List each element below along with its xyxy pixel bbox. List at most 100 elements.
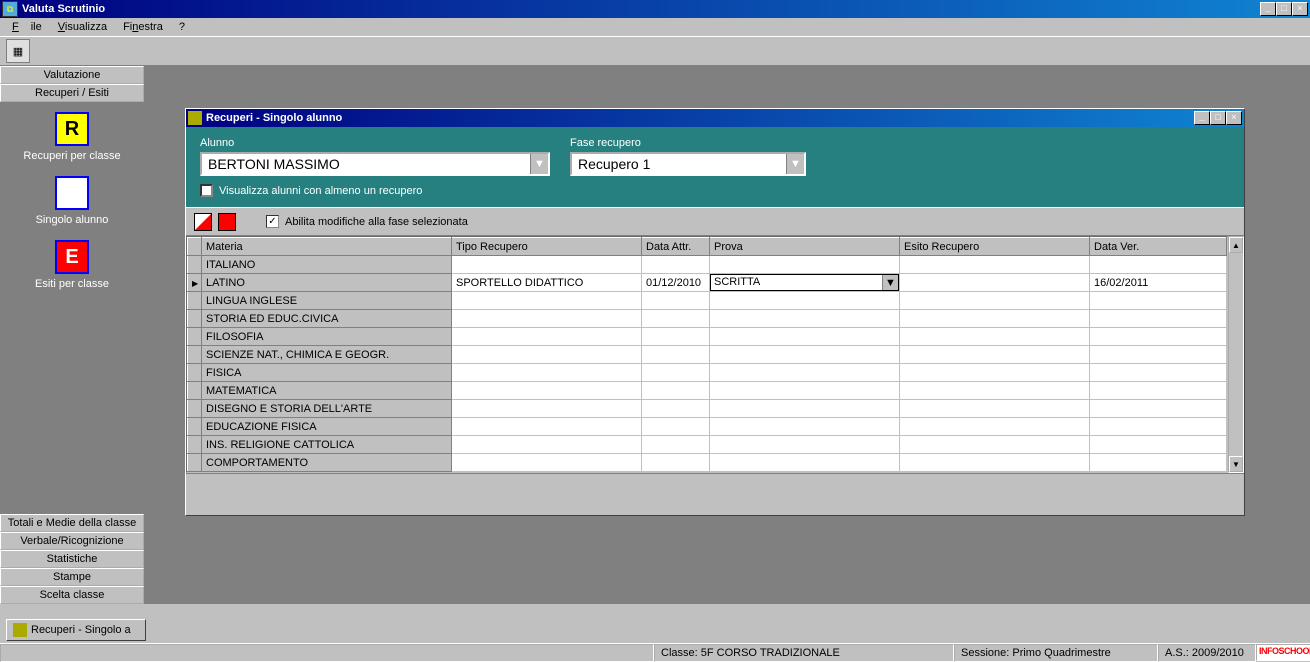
sidebar-totali-medie[interactable]: Totali e Medie della classe [0, 514, 144, 532]
scroll-up-icon[interactable]: ▲ [1229, 237, 1243, 253]
cell-prova[interactable] [710, 400, 900, 418]
cell-tipo[interactable] [452, 292, 642, 310]
cell-prova[interactable] [710, 382, 900, 400]
table-row[interactable]: FILOSOFIA [188, 328, 1227, 346]
cell-materia[interactable]: LATINO [202, 274, 452, 292]
cell-tipo[interactable] [452, 418, 642, 436]
cell-data-attr[interactable]: 01/12/2010 [642, 274, 710, 292]
cell-esito[interactable] [900, 454, 1090, 472]
data-grid[interactable]: Materia Tipo Recupero Data Attr. Prova E… [186, 236, 1228, 473]
cell-esito[interactable] [900, 382, 1090, 400]
cell-materia[interactable]: INS. RELIGIONE CATTOLICA [202, 436, 452, 454]
col-data-attr[interactable]: Data Attr. [642, 238, 710, 256]
cell-data-ver[interactable]: 16/02/2011 [1090, 274, 1227, 292]
cell-data-ver[interactable] [1090, 418, 1227, 436]
cell-prova[interactable] [710, 256, 900, 274]
cell-esito[interactable] [900, 346, 1090, 364]
cell-data-attr[interactable] [642, 292, 710, 310]
table-row[interactable]: EDUCAZIONE FISICA [188, 418, 1227, 436]
cell-data-attr[interactable] [642, 436, 710, 454]
cell-data-attr[interactable] [642, 418, 710, 436]
vertical-scrollbar[interactable]: ▲ ▼ [1228, 236, 1244, 473]
cell-data-ver[interactable] [1090, 292, 1227, 310]
cell-esito[interactable] [900, 310, 1090, 328]
table-row[interactable]: LATINOSPORTELLO DIDATTICO01/12/2010SCRIT… [188, 274, 1227, 292]
col-prova[interactable]: Prova [710, 238, 900, 256]
dropdown-arrow-icon[interactable]: ▼ [786, 154, 804, 174]
cell-esito[interactable] [900, 256, 1090, 274]
row-header[interactable] [188, 382, 202, 400]
cell-data-attr[interactable] [642, 454, 710, 472]
cell-esito[interactable] [900, 292, 1090, 310]
cell-data-ver[interactable] [1090, 346, 1227, 364]
scroll-down-icon[interactable]: ▼ [1229, 456, 1243, 472]
cell-materia[interactable]: STORIA ED EDUC.CIVICA [202, 310, 452, 328]
cell-esito[interactable] [900, 364, 1090, 382]
table-row[interactable]: COMPORTAMENTO [188, 454, 1227, 472]
row-header[interactable] [188, 310, 202, 328]
col-tipo[interactable]: Tipo Recupero [452, 238, 642, 256]
cell-data-ver[interactable] [1090, 454, 1227, 472]
cell-esito[interactable] [900, 274, 1090, 292]
toolbar-button[interactable]: ▦ [6, 39, 30, 63]
cell-materia[interactable]: SCIENZE NAT., CHIMICA E GEOGR. [202, 346, 452, 364]
dialog-close-button[interactable]: × [1226, 111, 1242, 125]
cell-esito[interactable] [900, 436, 1090, 454]
row-header[interactable] [188, 400, 202, 418]
cell-prova[interactable] [710, 436, 900, 454]
dropdown-arrow-icon[interactable]: ▼ [530, 154, 548, 174]
table-row[interactable]: ITALIANO [188, 256, 1227, 274]
cell-tipo[interactable] [452, 346, 642, 364]
visualizza-checkbox[interactable] [200, 184, 213, 197]
dialog-maximize-button[interactable]: □ [1210, 111, 1226, 125]
menu-help[interactable]: ? [173, 20, 191, 34]
cell-materia[interactable]: ITALIANO [202, 256, 452, 274]
cell-prova[interactable] [710, 454, 900, 472]
table-row[interactable]: LINGUA INGLESE [188, 292, 1227, 310]
sidebar-item-esiti-classe[interactable]: E Esiti per classe [0, 240, 144, 290]
sidebar-item-singolo-alunno[interactable]: 123 Singolo alunno [0, 176, 144, 226]
cell-data-ver[interactable] [1090, 400, 1227, 418]
sidebar-valutazione[interactable]: Valutazione [0, 66, 144, 84]
dialog-minimize-button[interactable]: _ [1194, 111, 1210, 125]
cell-esito[interactable] [900, 328, 1090, 346]
toggle-icon-1[interactable] [194, 213, 212, 231]
row-header[interactable] [188, 346, 202, 364]
maximize-button[interactable]: □ [1276, 2, 1292, 16]
sidebar-stampe[interactable]: Stampe [0, 568, 144, 586]
row-header[interactable] [188, 364, 202, 382]
col-materia[interactable]: Materia [202, 238, 452, 256]
task-tab[interactable]: Recuperi - Singolo a [6, 619, 146, 641]
cell-tipo[interactable] [452, 364, 642, 382]
cell-esito[interactable] [900, 400, 1090, 418]
cell-materia[interactable]: FILOSOFIA [202, 328, 452, 346]
row-header[interactable] [188, 418, 202, 436]
cell-data-attr[interactable] [642, 364, 710, 382]
row-header[interactable] [188, 274, 202, 292]
sidebar-statistiche[interactable]: Statistiche [0, 550, 144, 568]
cell-tipo[interactable] [452, 436, 642, 454]
table-row[interactable]: FISICA [188, 364, 1227, 382]
col-esito[interactable]: Esito Recupero [900, 238, 1090, 256]
menu-visualizza[interactable]: Visualizza [52, 20, 113, 34]
sidebar-item-recuperi-classe[interactable]: R Recuperi per classe [0, 112, 144, 162]
cell-data-attr[interactable] [642, 328, 710, 346]
cell-materia[interactable]: LINGUA INGLESE [202, 292, 452, 310]
toggle-icon-2[interactable] [218, 213, 236, 231]
cell-data-ver[interactable] [1090, 310, 1227, 328]
cell-data-attr[interactable] [642, 400, 710, 418]
cell-tipo[interactable]: SPORTELLO DIDATTICO [452, 274, 642, 292]
cell-materia[interactable]: EDUCAZIONE FISICA [202, 418, 452, 436]
cell-materia[interactable]: DISEGNO E STORIA DELL'ARTE [202, 400, 452, 418]
sidebar-recuperi-esiti[interactable]: Recuperi / Esiti [0, 84, 144, 102]
cell-prova[interactable] [710, 418, 900, 436]
cell-data-attr[interactable] [642, 310, 710, 328]
cell-prova[interactable] [710, 310, 900, 328]
cell-esito[interactable] [900, 418, 1090, 436]
cell-tipo[interactable] [452, 310, 642, 328]
abilita-checkbox[interactable]: ✓ [266, 215, 279, 228]
cell-tipo[interactable] [452, 400, 642, 418]
fase-combo[interactable]: Recupero 1 ▼ [570, 152, 806, 176]
sidebar-scelta-classe[interactable]: Scelta classe [0, 586, 144, 604]
menu-file[interactable]: File [6, 20, 48, 34]
